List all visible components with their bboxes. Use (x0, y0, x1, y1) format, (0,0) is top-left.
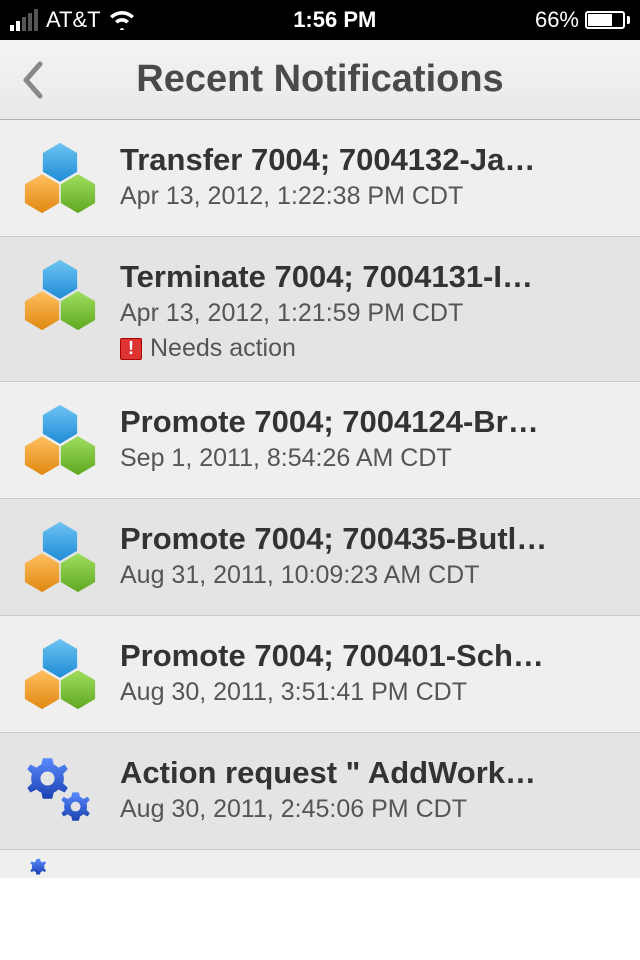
notification-body: Transfer 7004; 7004132-Ja… Apr 13, 2012,… (120, 138, 624, 211)
notification-title: Promote 7004; 700401-Sch… (120, 638, 624, 674)
notification-title: Promote 7004; 700435-Butl… (120, 521, 624, 557)
notification-title: Action request " AddWork… (120, 755, 624, 791)
notification-list: Transfer 7004; 7004132-Ja… Apr 13, 2012,… (0, 120, 640, 878)
nav-header: Recent Notifications (0, 40, 640, 120)
notification-row[interactable]: Transfer 7004; 7004132-Ja… Apr 13, 2012,… (0, 120, 640, 237)
page-title: Recent Notifications (52, 58, 628, 101)
notification-row-peek[interactable] (0, 850, 640, 878)
notification-timestamp: Sep 1, 2011, 8:54:26 AM CDT (120, 444, 624, 473)
notification-title: Promote 7004; 7004124-Br… (120, 404, 624, 440)
battery-pct: 66% (535, 7, 579, 33)
battery-icon (585, 11, 630, 29)
wifi-icon (109, 10, 135, 30)
notification-timestamp: Aug 31, 2011, 10:09:23 AM CDT (120, 561, 624, 590)
notification-row[interactable]: Action request " AddWork… Aug 30, 2011, … (0, 733, 640, 850)
notification-row[interactable]: Terminate 7004; 7004131-I… Apr 13, 2012,… (0, 237, 640, 382)
hex-cluster-icon (20, 138, 100, 218)
signal-icon (10, 9, 38, 31)
notification-title: Transfer 7004; 7004132-Ja… (120, 142, 624, 178)
notification-row[interactable]: Promote 7004; 700435-Butl… Aug 31, 2011,… (0, 499, 640, 616)
status-bar: AT&T 1:56 PM 66% (0, 0, 640, 40)
needs-action-row: ! Needs action (120, 334, 624, 363)
notification-row[interactable]: Promote 7004; 700401-Sch… Aug 30, 2011, … (0, 616, 640, 733)
notification-title: Terminate 7004; 7004131-I… (120, 259, 624, 295)
hex-cluster-icon (20, 517, 100, 597)
notification-body: Promote 7004; 700401-Sch… Aug 30, 2011, … (120, 634, 624, 707)
status-right: 66% (535, 7, 630, 33)
notification-timestamp: Apr 13, 2012, 1:22:38 PM CDT (120, 182, 624, 211)
notification-row[interactable]: Promote 7004; 7004124-Br… Sep 1, 2011, 8… (0, 382, 640, 499)
alert-icon: ! (120, 338, 142, 360)
back-button[interactable] (12, 60, 52, 100)
status-left: AT&T (10, 7, 135, 33)
gears-icon (20, 751, 100, 831)
status-time: 1:56 PM (135, 7, 535, 33)
needs-action-label: Needs action (150, 334, 296, 363)
notification-timestamp: Apr 13, 2012, 1:21:59 PM CDT (120, 299, 624, 328)
hex-cluster-icon (20, 634, 100, 714)
carrier-label: AT&T (46, 7, 101, 33)
hex-cluster-icon (20, 255, 100, 335)
notification-body: Promote 7004; 700435-Butl… Aug 31, 2011,… (120, 517, 624, 590)
notification-body: Action request " AddWork… Aug 30, 2011, … (120, 751, 624, 824)
notification-body: Promote 7004; 7004124-Br… Sep 1, 2011, 8… (120, 400, 624, 473)
notification-body: Terminate 7004; 7004131-I… Apr 13, 2012,… (120, 255, 624, 363)
notification-timestamp: Aug 30, 2011, 3:51:41 PM CDT (120, 678, 624, 707)
hex-cluster-icon (20, 400, 100, 480)
notification-timestamp: Aug 30, 2011, 2:45:06 PM CDT (120, 795, 624, 824)
